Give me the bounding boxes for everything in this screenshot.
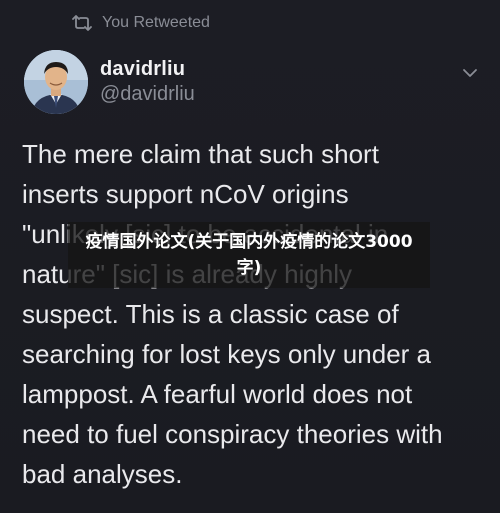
tweet-line: inserts support nCoV origins bbox=[22, 179, 349, 209]
retweet-icon bbox=[72, 14, 92, 32]
author-block[interactable]: davidrliu @davidrliu bbox=[100, 58, 195, 106]
overlay-caption-text: 疫情国外论文(关于国内外疫情的论文3000字) bbox=[85, 232, 413, 278]
chevron-down-icon[interactable] bbox=[462, 64, 478, 77]
retweet-indicator: You Retweeted bbox=[72, 12, 210, 34]
retweet-label: You Retweeted bbox=[102, 14, 210, 31]
tweet-line: lamppost. A fearful world does not bbox=[22, 379, 413, 409]
tweet-line: suspect. This is a classic case of bbox=[22, 299, 399, 329]
tweet-line: bad analyses. bbox=[22, 459, 183, 489]
author-handle[interactable]: @davidrliu bbox=[100, 83, 195, 106]
tweet-line: need to fuel conspiracy theories with bbox=[22, 419, 443, 449]
tweet-text: The mere claim that such short inserts s… bbox=[22, 134, 492, 494]
overlay-caption-banner: 疫情国外论文(关于国内外疫情的论文3000字) bbox=[68, 222, 430, 288]
tweet-line: The mere claim that such short bbox=[22, 139, 379, 169]
tweet-line: searching for lost keys only under a bbox=[22, 339, 431, 369]
tweet-card: You Retweeted davidrliu @davidrliu The m… bbox=[0, 0, 500, 513]
author-display-name[interactable]: davidrliu bbox=[100, 58, 195, 81]
avatar[interactable] bbox=[24, 50, 88, 114]
